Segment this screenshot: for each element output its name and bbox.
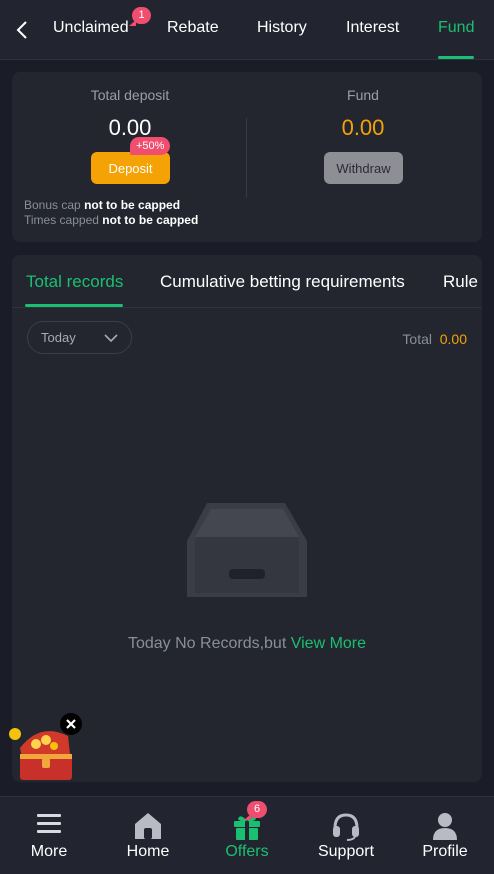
deposit-bonus-badge: +50%	[130, 137, 171, 155]
top-nav: Unclaimed 1 Rebate History Interest Fund	[0, 0, 494, 60]
tab-cumulative-betting[interactable]: Cumulative betting requirements	[160, 272, 405, 292]
empty-state-message: Today No Records,but View More	[12, 635, 482, 653]
tab-unclaimed[interactable]: Unclaimed	[53, 19, 129, 37]
total-deposit-label: Total deposit	[90, 87, 170, 103]
fund-label: Fund	[347, 87, 379, 103]
nav-support-label: Support	[317, 843, 375, 860]
bonus-cap-row: Bonus cap not to be capped	[24, 198, 180, 212]
tab-rule[interactable]: Rule	[443, 272, 478, 292]
fund-summary-card: Total deposit 0.00 Deposit +50% Fund 0.0…	[12, 72, 482, 242]
nav-home[interactable]: Home	[99, 797, 197, 874]
chevron-left-icon	[16, 21, 27, 39]
bonus-cap-value: not to be capped	[84, 198, 181, 212]
unclaimed-badge: 1	[129, 7, 151, 26]
chevron-down-icon	[104, 334, 118, 343]
nav-more-label: More	[30, 843, 68, 860]
empty-state-text: Today No Records,but	[127, 635, 287, 652]
times-capped-value: not to be capped	[102, 213, 199, 227]
total-deposit-value: 0.00	[108, 115, 152, 140]
nav-profile[interactable]: Profile	[396, 797, 494, 874]
withdraw-button[interactable]: Withdraw	[324, 152, 403, 184]
times-capped-label: Times capped	[24, 213, 99, 227]
view-more-link[interactable]: View More	[291, 635, 366, 652]
home-icon	[135, 813, 161, 839]
deposit-button[interactable]: Deposit	[91, 152, 170, 184]
records-panel: Total records Cumulative betting require…	[12, 255, 482, 782]
bottom-nav: More Home 6 Offers Support Profile	[0, 796, 494, 874]
bonus-cap-label: Bonus cap	[24, 198, 81, 212]
offers-badge: 6	[244, 801, 267, 820]
user-icon	[433, 813, 457, 840]
tab-interest[interactable]: Interest	[346, 19, 399, 37]
tab-total-records[interactable]: Total records	[26, 272, 123, 292]
date-filter-select[interactable]: Today	[27, 321, 132, 354]
date-filter-value: Today	[41, 330, 76, 345]
summary-divider	[246, 118, 247, 198]
menu-icon	[37, 814, 61, 833]
back-button[interactable]	[8, 14, 36, 46]
nav-home-label: Home	[126, 843, 170, 860]
close-chest-button[interactable]	[60, 713, 82, 735]
active-tab-indicator	[438, 56, 474, 59]
times-capped-row: Times capped not to be capped	[24, 213, 198, 227]
headset-icon	[333, 813, 359, 841]
nav-profile-label: Profile	[422, 843, 468, 860]
tab-fund[interactable]: Fund	[438, 19, 474, 37]
records-total-value: 0.00	[439, 331, 467, 347]
nav-offers-label: Offers	[225, 843, 269, 860]
tab-rebate[interactable]: Rebate	[167, 19, 219, 37]
tab-history[interactable]: History	[257, 19, 307, 37]
records-total-label: Total	[402, 331, 432, 347]
records-tabs-border	[12, 307, 482, 308]
close-icon	[66, 719, 76, 729]
fund-value: 0.00	[341, 115, 385, 140]
nav-more[interactable]: More	[0, 797, 98, 874]
nav-support[interactable]: Support	[297, 797, 395, 874]
empty-inbox-icon	[187, 503, 307, 597]
nav-offers[interactable]: 6 Offers	[198, 797, 296, 874]
